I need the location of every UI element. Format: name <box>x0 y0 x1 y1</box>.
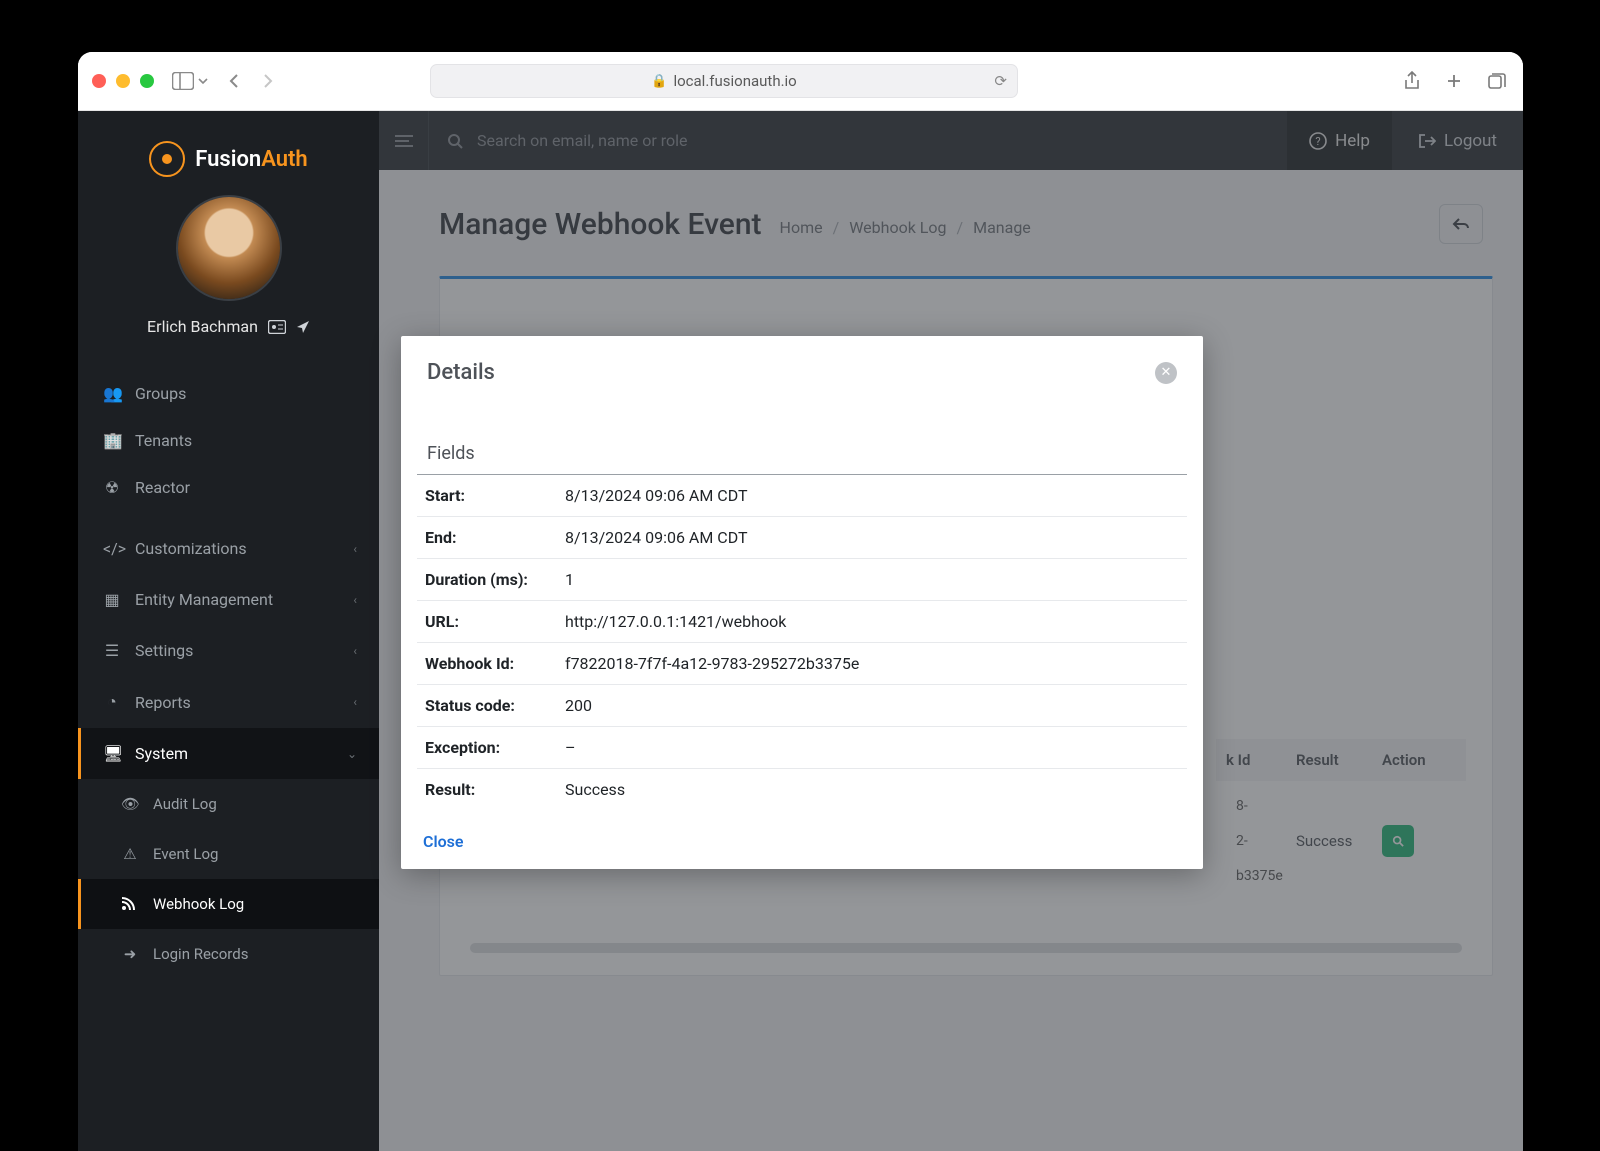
eye-icon: 👁 <box>121 795 139 813</box>
building-icon: 🏢 <box>103 431 121 450</box>
browser-back-icon[interactable] <box>222 68 248 94</box>
chevron-left-icon: ‹ <box>353 542 357 556</box>
field-row-end: End:8/13/2024 09:06 AM CDT <box>417 517 1187 559</box>
chevron-down-icon: ⌄ <box>347 747 357 761</box>
window-close-icon[interactable] <box>92 74 106 88</box>
field-row-exception: Exception:– <box>417 727 1187 769</box>
sidebar-item-label: Reactor <box>135 478 190 497</box>
sidebar-item-label: Entity Management <box>135 590 273 609</box>
sidebar-item-label: Login Records <box>153 945 248 963</box>
sidebar-item-entity-management[interactable]: ▦ Entity Management ‹ <box>78 574 379 625</box>
field-row-start: Start:8/13/2024 09:06 AM CDT <box>417 475 1187 517</box>
sidebar-item-label: Reports <box>135 693 191 712</box>
sidebar-item-webhook-log[interactable]: Webhook Log <box>78 879 379 929</box>
browser-window: 🔒 local.fusionauth.io ⟳ FusionAuth <box>78 52 1523 1151</box>
modal-title: Details <box>427 360 495 385</box>
sidebar-item-label: Tenants <box>135 431 192 450</box>
field-row-webhook-id: Webhook Id:f7822018-7f7f-4a12-9783-29527… <box>417 643 1187 685</box>
field-row-result: Result:Success <box>417 769 1187 810</box>
sidebar-item-tenants[interactable]: 🏢 Tenants <box>78 417 379 464</box>
brand-text: FusionAuth <box>195 147 307 172</box>
sidebar-item-label: Event Log <box>153 845 218 863</box>
chevron-left-icon: ‹ <box>353 644 357 658</box>
share-icon[interactable] <box>1399 68 1425 94</box>
browser-sidebar-toggle[interactable] <box>172 72 208 90</box>
browser-title-bar: 🔒 local.fusionauth.io ⟳ <box>78 52 1523 111</box>
sidebar-item-settings[interactable]: ☰ Settings ‹ <box>78 625 379 676</box>
chevron-left-icon: ‹ <box>353 695 357 709</box>
sidebar-item-login-records[interactable]: ➜ Login Records <box>78 929 379 979</box>
location-arrow-icon[interactable] <box>296 320 310 334</box>
user-name: Erlich Bachman <box>147 317 258 336</box>
sidebar-item-label: Audit Log <box>153 795 217 813</box>
traffic-lights <box>92 74 154 88</box>
radiation-icon: ☢ <box>103 478 121 497</box>
field-row-status-code: Status code:200 <box>417 685 1187 727</box>
users-group-icon: 👥 <box>103 384 121 403</box>
sidebar-item-groups[interactable]: 👥 Groups <box>78 378 379 417</box>
sidebar-item-label: Webhook Log <box>153 895 244 913</box>
warning-icon: ⚠ <box>121 845 139 863</box>
sidebar: FusionAuth Erlich Bachman � <box>78 111 379 1151</box>
sliders-icon: ☰ <box>103 641 121 660</box>
fields-heading: Fields <box>401 405 1203 474</box>
brand-icon <box>149 141 185 177</box>
close-icon[interactable]: ✕ <box>1155 362 1177 384</box>
rss-icon <box>121 897 139 911</box>
avatar[interactable] <box>178 197 280 299</box>
field-row-url: URL:http://127.0.0.1:1421/webhook <box>417 601 1187 643</box>
window-minimize-icon[interactable] <box>116 74 130 88</box>
browser-address-bar[interactable]: 🔒 local.fusionauth.io ⟳ <box>430 64 1018 98</box>
fields-table: Start:8/13/2024 09:06 AM CDT End:8/13/20… <box>417 474 1187 810</box>
sidebar-item-reactor[interactable]: ☢ Reactor <box>78 464 379 511</box>
sidebar-item-label: Settings <box>135 641 193 660</box>
login-icon: ➜ <box>121 945 139 963</box>
server-icon: ▦ <box>103 590 121 609</box>
field-row-duration: Duration (ms):1 <box>417 559 1187 601</box>
sidebar-item-customizations[interactable]: </> Customizations ‹ <box>78 523 379 574</box>
pie-chart-icon: ◔ <box>103 692 121 712</box>
sidebar-nav: 👥 Groups 🏢 Tenants ☢ Reactor </> Cus <box>78 378 379 1151</box>
browser-forward-icon[interactable] <box>254 68 280 94</box>
brand-logo[interactable]: FusionAuth <box>149 141 307 177</box>
id-card-icon[interactable] <box>268 320 286 334</box>
details-modal: Details ✕ Fields Start:8/13/2024 09:06 A… <box>401 336 1203 869</box>
sidebar-item-event-log[interactable]: ⚠ Event Log <box>78 829 379 879</box>
sidebar-item-label: Groups <box>135 384 186 403</box>
code-icon: </> <box>103 539 121 558</box>
sidebar-item-label: Customizations <box>135 539 247 558</box>
chevron-left-icon: ‹ <box>353 593 357 607</box>
sidebar-item-system[interactable]: 🖥 System ⌄ <box>78 728 379 779</box>
new-tab-icon[interactable] <box>1441 68 1467 94</box>
sidebar-item-label: System <box>135 744 188 763</box>
close-button[interactable]: Close <box>423 832 464 851</box>
window-maximize-icon[interactable] <box>140 74 154 88</box>
tabs-overview-icon[interactable] <box>1483 68 1509 94</box>
monitor-icon: 🖥 <box>103 744 121 763</box>
reload-icon[interactable]: ⟳ <box>994 72 1007 90</box>
sidebar-item-audit-log[interactable]: 👁 Audit Log <box>78 779 379 829</box>
sidebar-item-reports[interactable]: ◔ Reports ‹ <box>78 676 379 728</box>
browser-url: local.fusionauth.io <box>673 72 796 90</box>
lock-icon: 🔒 <box>651 74 667 89</box>
